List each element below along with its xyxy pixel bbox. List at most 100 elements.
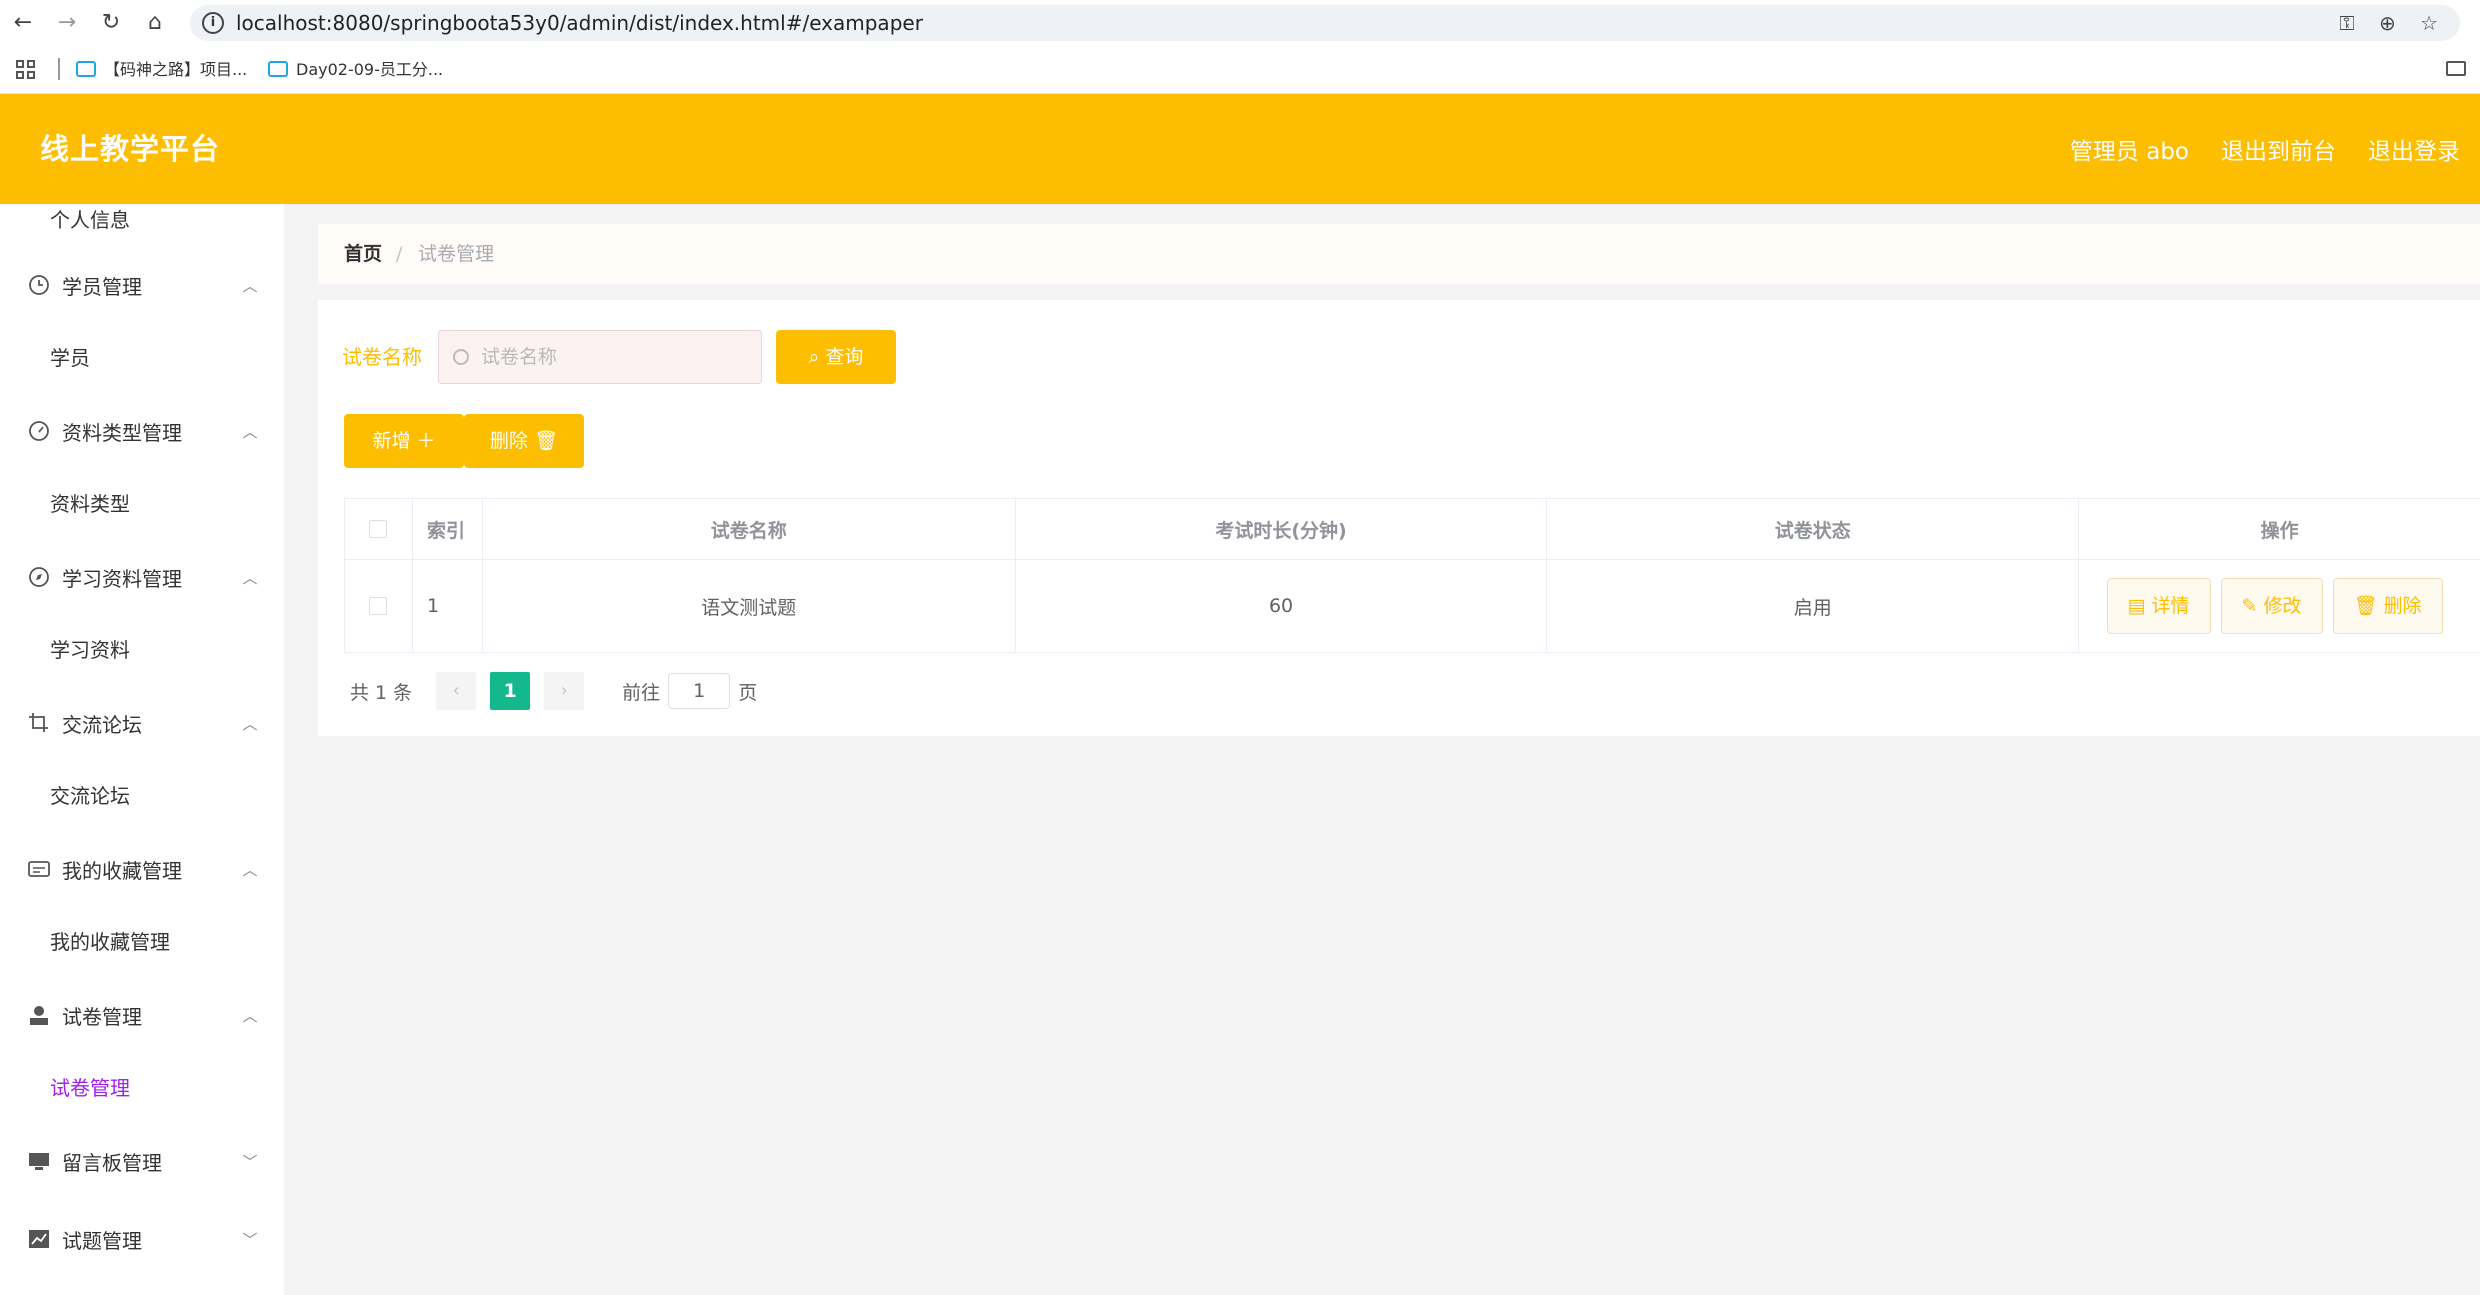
- search-icon: [453, 349, 469, 365]
- search-label: 试卷名称: [342, 345, 422, 369]
- sidebar-group-questions[interactable]: 试题管理 ﹀: [0, 1206, 284, 1276]
- row-checkbox-cell: [345, 560, 413, 652]
- monitor-icon: [29, 1153, 49, 1170]
- trash-icon: 🗑: [2353, 595, 2384, 617]
- key-icon[interactable]: ⚿: [2339, 11, 2354, 35]
- chevron-up-icon: ︿: [242, 277, 258, 295]
- bookmark-label: Day02-09-员工分...: [296, 60, 444, 79]
- batch-delete-button[interactable]: 删除 🗑: [464, 414, 584, 468]
- bookmark-item[interactable]: 【码神之路】项目...: [76, 58, 247, 82]
- user-icon: [30, 1006, 48, 1025]
- forward-icon[interactable]: →: [52, 8, 82, 38]
- add-button[interactable]: 新增 ＋: [344, 414, 464, 468]
- detail-button[interactable]: ▤ 详情: [2106, 578, 2211, 634]
- sidebar-item-material-types[interactable]: 资料类型: [50, 474, 130, 534]
- sidebar-item-exampaper[interactable]: 试卷管理: [50, 1058, 130, 1118]
- bookmarks-bar: 【码神之路】项目... Day02-09-员工分...: [0, 46, 2480, 94]
- table-header-row: 索引 试卷名称 考试时长(分钟) 试卷状态 操作: [345, 499, 2480, 560]
- query-button-label: 查询: [825, 346, 864, 368]
- cell-actions: ▤ 详情 ✎ 修改 🗑 删除: [2079, 560, 2480, 652]
- address-bar[interactable]: i localhost:8080/springboota53y0/admin/d…: [190, 5, 2460, 41]
- breadcrumb-current: 试卷管理: [418, 243, 495, 265]
- bookmark-label: 【码神之路】项目...: [104, 60, 248, 79]
- goto-label: 前往: [622, 681, 661, 704]
- site-info-icon[interactable]: i: [202, 12, 224, 34]
- browser-toolbar: ← → ↻ ⌂ i localhost:8080/springboota53y0…: [0, 0, 2480, 46]
- sidebar-item-profile[interactable]: 个人信息: [50, 204, 130, 250]
- select-all-checkbox[interactable]: [369, 520, 388, 538]
- row-delete-button[interactable]: 🗑 删除: [2332, 578, 2443, 634]
- compass-icon: [29, 567, 49, 587]
- apps-grid-icon[interactable]: [16, 60, 36, 80]
- next-page-button[interactable]: ›: [544, 672, 585, 710]
- sidebar-group-forum[interactable]: 交流论坛 ︿: [0, 690, 284, 760]
- content-card: 试卷名称 ⌕ 查询 新增 ＋ 删除 🗑 索引 试卷名称 考试时长(分钟) 试卷状…: [318, 300, 2480, 736]
- edit-button[interactable]: ✎ 修改: [2220, 578, 2323, 634]
- column-header-status: 试卷状态: [1547, 499, 2080, 559]
- sidebar-item-materials[interactable]: 学习资料: [50, 620, 130, 680]
- logout-link[interactable]: 退出登录: [2368, 132, 2460, 166]
- chart-icon: [29, 1230, 49, 1248]
- page-number-button[interactable]: 1: [490, 672, 531, 710]
- column-header-actions: 操作: [2260, 519, 2299, 542]
- edit-label: 修改: [2263, 595, 2302, 617]
- goto-page-input[interactable]: 1: [668, 673, 731, 709]
- bookmark-item[interactable]: Day02-09-员工分...: [268, 58, 443, 82]
- sidebar-group-label: 学员管理: [62, 275, 142, 299]
- chevron-up-icon: ︿: [242, 1007, 258, 1025]
- chevron-down-icon: ﹀: [242, 1231, 258, 1249]
- breadcrumb-separator: /: [396, 243, 403, 265]
- star-icon[interactable]: ☆: [2420, 11, 2438, 35]
- select-all-cell: [345, 499, 413, 559]
- pagination: 共 1 条 ‹ 1 › 前往 1 页: [350, 672, 757, 710]
- sidebar-group-label: 交流论坛: [62, 713, 142, 737]
- bilibili-icon: [268, 61, 288, 77]
- sidebar-group-label: 学习资料管理: [62, 567, 182, 591]
- url-text[interactable]: localhost:8080/springboota53y0/admin/dis…: [236, 5, 923, 41]
- sidebar-group-exampaper[interactable]: 试卷管理 ︿: [0, 982, 284, 1052]
- sidebar: 个人信息 学员管理 ︿ 学员 资料类型管理 ︿ 资料类型 学习资料管理 ︿ 学习…: [0, 204, 284, 1295]
- app-title: 线上教学平台: [40, 132, 221, 166]
- document-icon: ▤: [2127, 595, 2152, 617]
- search-icon: ⌕: [808, 346, 826, 368]
- search-input[interactable]: [479, 331, 749, 383]
- sidebar-group-material-types[interactable]: 资料类型管理 ︿: [0, 398, 284, 468]
- sidebar-group-messageboard[interactable]: 留言板管理 ﹀: [0, 1128, 284, 1198]
- crop-icon: [29, 713, 48, 732]
- add-button-label: 新增: [372, 430, 411, 452]
- app-header: 线上教学平台 管理员 abo 退出到前台 退出登录: [0, 94, 2480, 204]
- back-icon[interactable]: ←: [8, 8, 38, 38]
- chevron-up-icon: ︿: [242, 423, 258, 441]
- sidebar-item-forum[interactable]: 交流论坛: [50, 766, 130, 826]
- sidebar-item-students[interactable]: 学员: [50, 328, 90, 388]
- search-input-wrapper[interactable]: [438, 330, 762, 384]
- cell-duration: 60: [1016, 560, 1548, 652]
- bookmark-separator: [58, 58, 60, 80]
- detail-label: 详情: [2151, 595, 2190, 617]
- bilibili-icon: [76, 61, 96, 77]
- sidebar-group-materials[interactable]: 学习资料管理 ︿: [0, 544, 284, 614]
- exampaper-table: 索引 试卷名称 考试时长(分钟) 试卷状态 操作 1 语文测试题 60 启用 ▤…: [344, 498, 2480, 653]
- row-checkbox[interactable]: [369, 597, 388, 615]
- home-icon[interactable]: ⌂: [140, 8, 170, 38]
- chevron-down-icon: ﹀: [242, 1153, 258, 1171]
- exit-front-link[interactable]: 退出到前台: [2221, 132, 2336, 166]
- reload-icon[interactable]: ↻: [96, 8, 126, 38]
- sidebar-group-students[interactable]: 学员管理 ︿: [0, 252, 284, 322]
- trash-icon: 🗑: [527, 430, 559, 452]
- zoom-icon[interactable]: ⊕: [2379, 11, 2396, 35]
- cell-status: 启用: [1547, 560, 2080, 652]
- folder-icon[interactable]: [2446, 61, 2466, 76]
- breadcrumb-home[interactable]: 首页: [344, 224, 382, 284]
- sidebar-group-label: 试卷管理: [62, 1005, 142, 1029]
- cell-index: 1: [413, 560, 483, 652]
- current-user: 管理员 abo: [2069, 139, 2189, 165]
- prev-page-button[interactable]: ‹: [436, 672, 477, 710]
- column-header-name: 试卷名称: [483, 499, 1016, 559]
- clock-icon: [29, 275, 49, 295]
- query-button[interactable]: ⌕ 查询: [776, 330, 896, 384]
- dashboard-icon: [29, 421, 49, 441]
- sidebar-group-favorites[interactable]: 我的收藏管理 ︿: [0, 836, 284, 906]
- sidebar-item-favorites[interactable]: 我的收藏管理: [50, 912, 170, 972]
- plus-icon: ＋: [410, 430, 436, 452]
